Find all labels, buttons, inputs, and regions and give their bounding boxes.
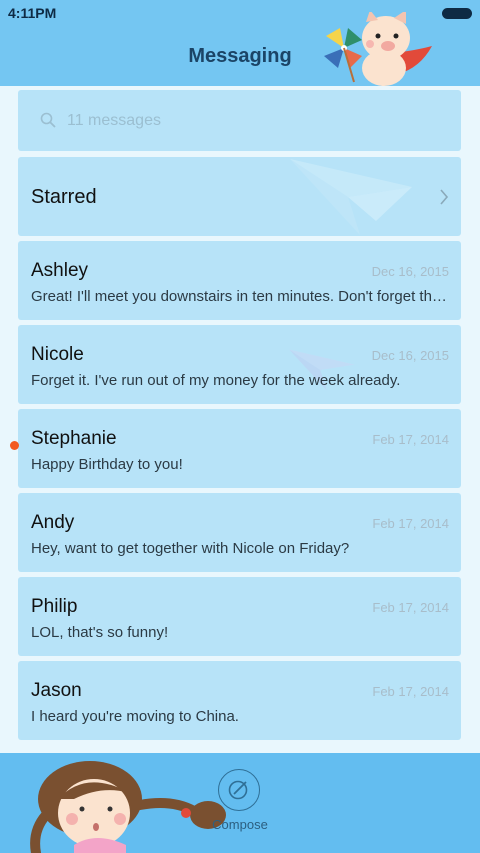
bottom-bar: Compose (0, 753, 480, 853)
pig-mascot-illustration (324, 12, 432, 86)
starred-folder[interactable]: Starred (18, 157, 461, 236)
conversation-item[interactable]: Nicole Dec 16, 2015 Forget it. I've run ou… (18, 325, 461, 404)
message-preview: LOL, that's so funny! (31, 624, 169, 641)
message-preview: Hey, want to get together with Nicole on… (31, 540, 350, 557)
conversation-item[interactable]: Philip Feb 17, 2014 LOL, that's so funny! (18, 577, 461, 656)
starred-label: Starred (31, 186, 97, 208)
message-preview: Happy Birthday to you! (31, 456, 183, 473)
compose-button[interactable]: Compose (212, 769, 268, 839)
compose-icon (218, 769, 260, 811)
conversation-item[interactable]: Ashley Dec 16, 2015 Great! I'll meet you d… (18, 241, 461, 320)
message-date: Feb 17, 2014 (372, 516, 449, 531)
contact-name: Jason (31, 680, 82, 701)
paper-plane-decoration (290, 159, 412, 235)
girl-illustration (30, 761, 226, 853)
conversation-item[interactable]: Andy Feb 17, 2014 Hey, want to get togethe… (18, 493, 461, 572)
search-bar[interactable]: 11 messages (18, 90, 461, 151)
search-placeholder: 11 messages (67, 112, 161, 129)
message-date: Feb 17, 2014 (372, 432, 449, 447)
contact-name: Stephanie (31, 428, 117, 449)
contact-name: Nicole (31, 344, 84, 365)
app-header: Messaging (0, 12, 480, 86)
message-date: Feb 17, 2014 (372, 684, 449, 699)
message-preview: I heard you're moving to China. (31, 708, 239, 725)
chevron-right-icon (440, 189, 449, 205)
contact-name: Ashley (31, 260, 89, 281)
battery-icon (442, 8, 472, 19)
contact-name: Andy (31, 512, 75, 533)
message-date: Dec 16, 2015 (371, 264, 449, 279)
unread-indicator (10, 441, 19, 450)
message-date: Dec 16, 2015 (371, 348, 449, 363)
contact-name: Philip (31, 596, 78, 617)
status-time: 4:11PM (8, 5, 57, 21)
conversation-item[interactable]: Jason Feb 17, 2014 I heard you're moving t… (18, 661, 461, 740)
search-icon (40, 112, 56, 128)
conversation-item[interactable]: Stephanie Feb 17, 2014 Happy Birthday to y… (18, 409, 461, 488)
message-date: Feb 17, 2014 (372, 600, 449, 615)
message-preview: Forget it. I've run out of my money for … (31, 372, 401, 389)
compose-label: Compose (212, 817, 268, 832)
message-preview: Great! I'll meet you downstairs in ten m… (31, 288, 449, 305)
